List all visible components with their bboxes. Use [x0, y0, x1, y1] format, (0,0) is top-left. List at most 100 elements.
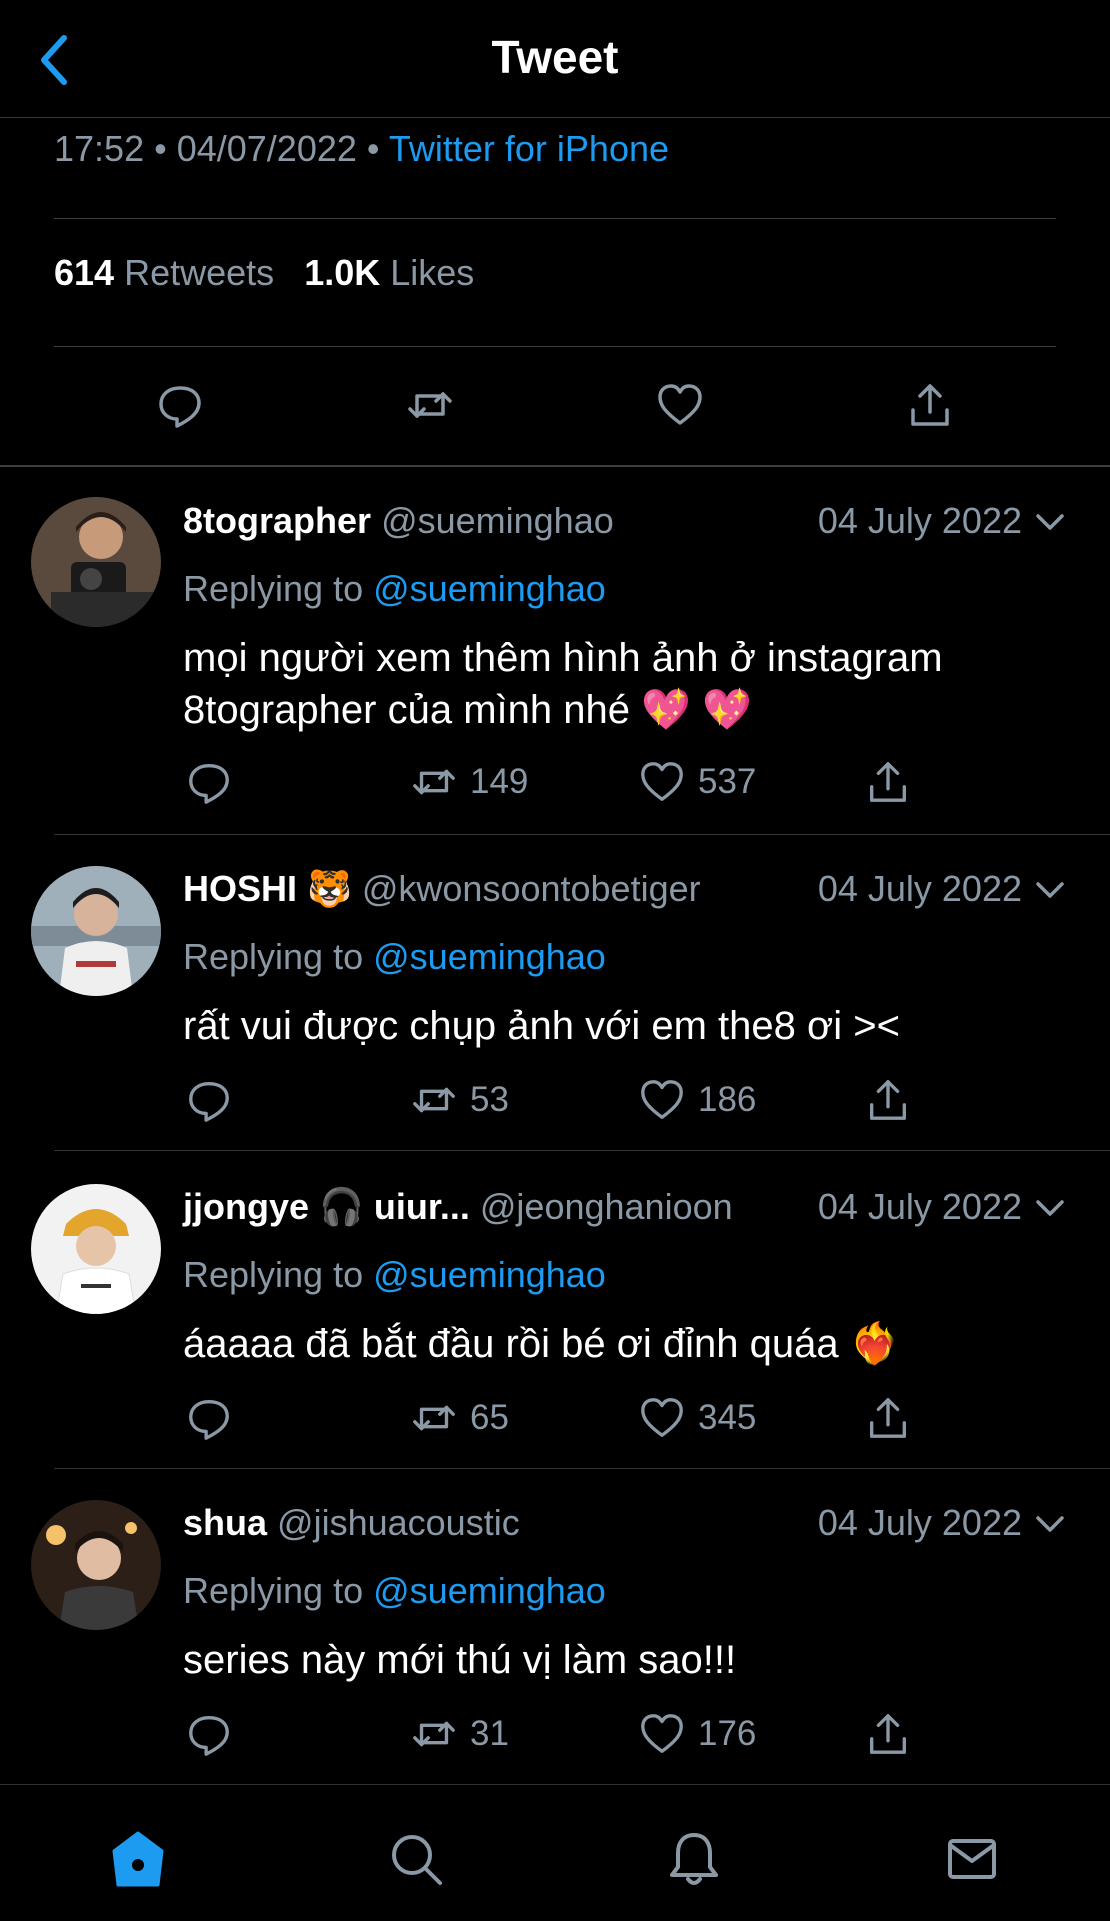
like-button[interactable] — [645, 370, 715, 440]
user-handle[interactable]: @kwonsoontobetiger — [362, 868, 701, 909]
avatar[interactable] — [31, 497, 161, 627]
share-icon — [870, 1398, 906, 1438]
reply-date: 04 July 2022 — [817, 500, 1022, 541]
stats-divider — [54, 346, 1056, 347]
likes-stat[interactable]: 1.0K Likes — [304, 252, 474, 293]
top-bar: Tweet — [0, 0, 1110, 118]
tab-messages[interactable] — [942, 1829, 1002, 1889]
reply-icon — [159, 386, 201, 428]
reply-text: áaaaa đã bắt đầu rồi bé ơi đỉnh quáa ❤️‍… — [183, 1322, 900, 1366]
share-button[interactable] — [895, 370, 965, 440]
tweet-source-link[interactable]: Twitter for iPhone — [389, 128, 669, 169]
heart-icon — [641, 1080, 683, 1119]
like-button[interactable]: 186 — [638, 1070, 756, 1130]
share-button[interactable] — [864, 1070, 924, 1130]
retweet-button[interactable]: 53 — [410, 1070, 509, 1130]
heart-icon — [641, 762, 683, 801]
retweet-count: 53 — [470, 1080, 509, 1119]
bottom-tab-bar — [0, 1784, 1110, 1921]
chevron-down-icon[interactable] — [1032, 1506, 1068, 1542]
retweets-count: 614 — [54, 252, 115, 293]
tweet-date: 04/07/2022 — [176, 128, 357, 169]
share-icon — [870, 762, 906, 802]
reply-button[interactable] — [185, 1388, 245, 1448]
share-icon — [911, 384, 949, 426]
mention-link[interactable]: @sueminghao — [373, 568, 606, 609]
mention-link[interactable]: @sueminghao — [373, 1570, 606, 1611]
display-name[interactable]: jjongye 🎧 uiur... — [183, 1186, 470, 1227]
reply-button[interactable] — [185, 1070, 245, 1130]
like-button[interactable]: 176 — [638, 1704, 756, 1764]
tab-search[interactable] — [386, 1829, 446, 1889]
reply-button[interactable] — [185, 752, 245, 812]
retweet-button[interactable]: 149 — [410, 752, 528, 812]
share-button[interactable] — [864, 1704, 924, 1764]
retweet-icon — [413, 769, 455, 795]
share-button[interactable] — [864, 1388, 924, 1448]
reply-divider — [54, 1150, 1110, 1151]
display-name[interactable]: HOSHI 🐯 — [183, 868, 352, 909]
retweet-icon — [413, 1405, 455, 1431]
retweets-stat[interactable]: 614 Retweets — [54, 252, 284, 293]
retweet-count: 31 — [470, 1714, 509, 1753]
retweet-button[interactable]: 65 — [410, 1388, 509, 1448]
retweet-count: 149 — [470, 762, 529, 801]
like-count: 345 — [698, 1398, 757, 1437]
avatar[interactable] — [31, 1500, 161, 1630]
display-name[interactable]: shua — [183, 1502, 267, 1543]
meta-divider — [54, 218, 1056, 219]
reply-date: 04 July 2022 — [817, 868, 1022, 909]
likes-count: 1.0K — [304, 252, 381, 293]
tab-home[interactable] — [108, 1829, 168, 1889]
heart-icon — [641, 1398, 683, 1437]
replying-to: Replying to @sueminghao — [183, 936, 606, 977]
retweet-count: 65 — [470, 1398, 509, 1437]
likes-label: Likes — [390, 252, 475, 293]
mention-link[interactable]: @sueminghao — [373, 1254, 606, 1295]
replying-to: Replying to @sueminghao — [183, 568, 606, 609]
heart-icon — [641, 1714, 683, 1753]
share-icon — [870, 1714, 906, 1754]
retweet-button[interactable] — [395, 370, 465, 440]
like-button[interactable]: 537 — [638, 752, 756, 812]
reply-header: shua @jishuacoustic — [183, 1502, 520, 1544]
tab-notifications[interactable] — [664, 1829, 724, 1889]
bell-icon — [670, 1833, 718, 1885]
chevron-down-icon[interactable] — [1032, 504, 1068, 540]
header-divider — [0, 117, 1110, 118]
heart-icon — [658, 384, 702, 425]
user-handle[interactable]: @sueminghao — [381, 500, 614, 541]
page-title: Tweet — [491, 31, 619, 83]
reply-text: series này mới thú vị làm sao!!! — [183, 1638, 737, 1682]
mention-link[interactable]: @sueminghao — [373, 936, 606, 977]
reply-actions: 149 537 — [0, 752, 1110, 812]
share-icon — [870, 1080, 906, 1120]
chevron-down-icon[interactable] — [1032, 1190, 1068, 1226]
share-button[interactable] — [864, 752, 924, 812]
reply-icon — [189, 1082, 229, 1122]
home-icon — [112, 1831, 164, 1887]
reply-button[interactable] — [185, 1704, 245, 1764]
like-count: 186 — [698, 1080, 757, 1119]
retweet-button[interactable]: 31 — [410, 1704, 509, 1764]
reply-header: jjongye 🎧 uiur... @jeonghanioon — [183, 1186, 733, 1228]
display-name[interactable]: 8tographer — [183, 500, 371, 541]
reply-divider — [54, 834, 1110, 835]
search-icon — [392, 1835, 442, 1885]
reply-actions: 53 186 — [0, 1070, 1110, 1130]
reply-date: 04 July 2022 — [817, 1186, 1022, 1227]
retweet-icon — [413, 1087, 455, 1113]
tweet-actions — [0, 370, 1110, 440]
retweet-icon — [408, 392, 452, 418]
like-button[interactable]: 345 — [638, 1388, 756, 1448]
chevron-down-icon[interactable] — [1032, 872, 1068, 908]
user-handle[interactable]: @jeonghanioon — [480, 1186, 733, 1227]
reply-header: HOSHI 🐯 @kwonsoontobetiger — [183, 868, 701, 910]
avatar[interactable] — [31, 866, 161, 996]
reply-button[interactable] — [145, 370, 215, 440]
reply-date: 04 July 2022 — [817, 1502, 1022, 1543]
avatar[interactable] — [31, 1184, 161, 1314]
mail-icon — [948, 1839, 996, 1879]
reply-icon — [189, 1400, 229, 1440]
user-handle[interactable]: @jishuacoustic — [277, 1502, 520, 1543]
